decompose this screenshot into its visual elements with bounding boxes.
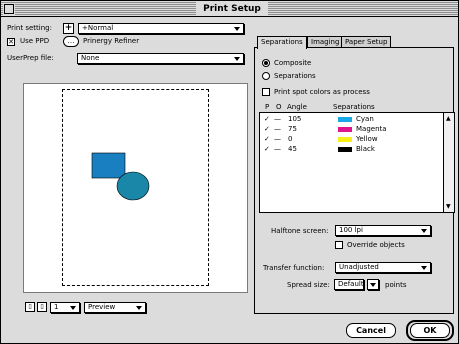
preview-rectangle: [91, 152, 126, 179]
plus-icon: +: [64, 23, 73, 33]
overprint-mark[interactable]: —: [274, 145, 281, 154]
prinergy-refiner-label: Prinergy Refiner: [83, 37, 140, 45]
window-title: Print Setup: [196, 2, 268, 16]
separation-name: Magenta: [356, 125, 387, 133]
separations-list[interactable]: ▲ ▼ ✓ — 105 Cyan ✓ — 75 Magenta ✓ — 0 Ye…: [259, 112, 455, 213]
chevron-down-icon: [136, 306, 142, 310]
header-separations: Separations: [333, 103, 375, 111]
use-ppd-label: Use PPD: [20, 37, 50, 45]
transfer-popup[interactable]: Unadjusted: [335, 262, 431, 273]
print-check[interactable]: ✓: [264, 135, 270, 144]
tab-separations[interactable]: Separations: [257, 36, 307, 49]
use-ppd-checkbox[interactable]: ✕: [7, 38, 15, 46]
halftone-popup[interactable]: 100 lpi: [335, 225, 431, 236]
angle-value: 0: [288, 135, 293, 143]
angle-value: 75: [288, 125, 297, 133]
list-item[interactable]: ✓ — 45 Black: [260, 145, 440, 154]
userprep-value: None: [81, 54, 100, 62]
separations-radio-label: Separations: [274, 72, 316, 80]
prinergy-refiner-button[interactable]: …: [63, 36, 79, 47]
print-setting-value: +Normal: [82, 24, 114, 32]
list-item[interactable]: ✓ — 0 Yellow: [260, 135, 440, 144]
composite-radio[interactable]: [262, 59, 270, 67]
chevron-down-icon: [421, 266, 427, 270]
halftone-value: 100 lpi: [339, 226, 363, 234]
color-swatch: [338, 137, 352, 142]
ok-button[interactable]: OK: [410, 323, 450, 338]
print-check[interactable]: ✓: [264, 115, 270, 124]
chevron-down-icon: [421, 229, 427, 233]
print-setting-popup[interactable]: +Normal: [78, 23, 244, 34]
preview-circle: [116, 171, 150, 201]
spot-colors-checkbox[interactable]: [262, 88, 270, 96]
userprep-label: UserPrep file:: [7, 54, 54, 62]
preview-mode-popup[interactable]: Preview: [84, 302, 146, 313]
separation-name: Black: [356, 145, 375, 153]
chevron-down-icon: [70, 306, 76, 310]
angle-value: 45: [288, 145, 297, 153]
spread-value-field[interactable]: Default: [334, 279, 364, 290]
page-number-value: 1: [54, 303, 59, 311]
add-setting-button[interactable]: +: [63, 23, 74, 34]
chevron-down-icon: [234, 27, 240, 31]
chevron-down-icon: [234, 57, 240, 61]
spread-unit: points: [385, 281, 407, 289]
color-swatch: [338, 127, 352, 132]
separation-name: Cyan: [356, 115, 374, 123]
overprint-mark[interactable]: —: [274, 125, 281, 134]
color-swatch: [338, 147, 352, 152]
title-bar[interactable]: Print Setup: [1, 1, 458, 17]
scroll-down-icon[interactable]: ▼: [446, 203, 451, 210]
angle-value: 105: [288, 115, 302, 123]
spread-popup[interactable]: [367, 279, 379, 290]
userprep-popup[interactable]: None: [77, 53, 244, 64]
single-page-icon[interactable]: ▯: [25, 302, 35, 312]
preview-artwork: [91, 152, 150, 201]
separations-scrollbar[interactable]: ▲ ▼: [443, 113, 454, 212]
cancel-button[interactable]: Cancel: [346, 323, 396, 338]
separations-radio[interactable]: [262, 72, 270, 80]
spread-page-icon[interactable]: ▯: [37, 302, 47, 312]
preview-mode-value: Preview: [88, 303, 116, 311]
spread-label: Spread size:: [287, 281, 330, 289]
separation-name: Yellow: [356, 135, 378, 143]
transfer-value: Unadjusted: [339, 263, 379, 271]
page-boundary: [62, 89, 209, 286]
print-check[interactable]: ✓: [264, 125, 270, 134]
header-angle: Angle: [287, 103, 307, 111]
spread-value: Default: [338, 280, 364, 288]
override-objects-checkbox[interactable]: [335, 241, 343, 249]
print-setup-window: Print Setup Print setting: + +Normal ✕ U…: [0, 0, 459, 344]
header-o: O: [276, 103, 282, 111]
overprint-mark[interactable]: —: [274, 115, 281, 124]
transfer-label: Transfer function:: [263, 264, 325, 272]
chevron-down-icon: [370, 283, 376, 287]
page-number-popup[interactable]: 1: [50, 302, 80, 313]
print-check[interactable]: ✓: [264, 145, 270, 154]
header-p: P: [265, 103, 270, 111]
scroll-up-icon[interactable]: ▲: [446, 115, 451, 122]
override-objects-label: Override objects: [347, 241, 405, 249]
overprint-mark[interactable]: —: [274, 135, 281, 144]
list-item[interactable]: ✓ — 105 Cyan: [260, 115, 440, 124]
spot-colors-label: Print spot colors as process: [274, 88, 370, 96]
list-item[interactable]: ✓ — 75 Magenta: [260, 125, 440, 134]
composite-label: Composite: [274, 59, 312, 67]
print-preview: [23, 83, 248, 293]
close-box[interactable]: [4, 4, 14, 14]
print-setting-label: Print setting:: [7, 24, 52, 32]
halftone-label: Halftone screen:: [271, 227, 329, 235]
color-swatch: [338, 117, 352, 122]
